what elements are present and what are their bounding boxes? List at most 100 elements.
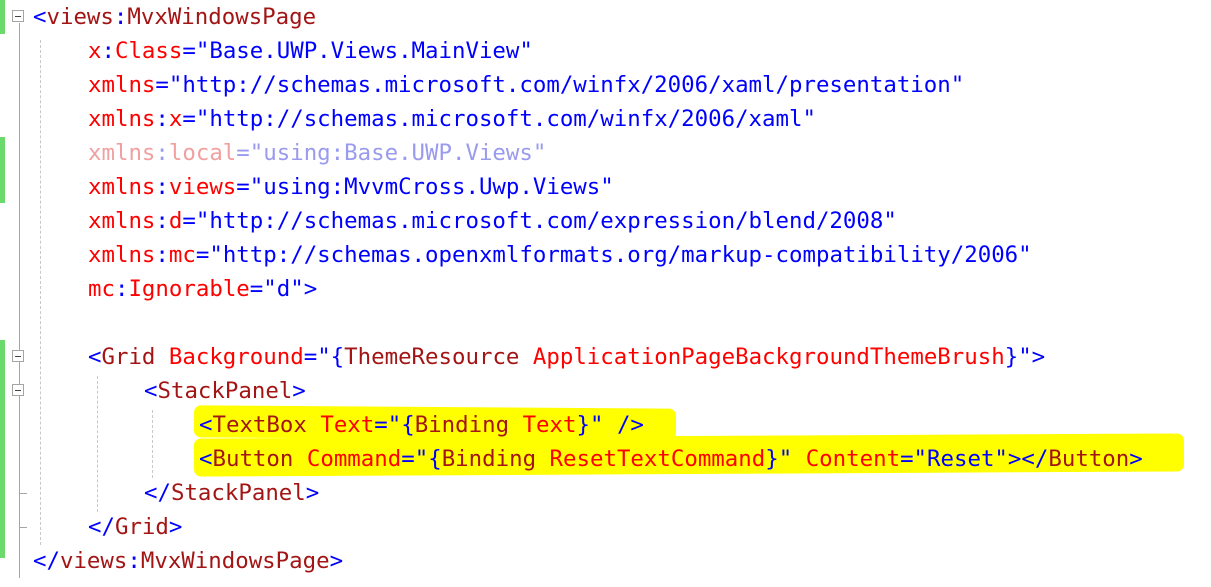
code-token: Grid: [114, 514, 169, 540]
code-token: =: [900, 446, 914, 472]
collapse-minus-icon[interactable]: [12, 384, 24, 396]
code-token: :: [155, 106, 169, 132]
code-token: >: [168, 514, 183, 540]
code-token: xmlns: [88, 106, 156, 132]
code-token: ": [1018, 344, 1032, 370]
code-token: "Base.UWP.Views.MainView": [195, 38, 533, 64]
code-token: "http://schemas.openxmlformats.org/marku…: [209, 242, 1032, 268]
code-line[interactable]: <StackPanel>: [144, 374, 306, 408]
code-token: =: [195, 242, 210, 268]
code-line[interactable]: x:Class="Base.UWP.Views.MainView": [88, 34, 533, 68]
code-token: }: [765, 446, 779, 472]
code-token: "Reset": [913, 446, 1008, 472]
code-token: "using:MvvmCross.Uwp.Views": [249, 174, 614, 200]
code-token: Text: [522, 412, 577, 438]
change-indicator-bar: [0, 137, 5, 203]
code-token: </: [33, 548, 60, 574]
code-token: ": [778, 446, 793, 472]
code-token: =: [155, 72, 169, 98]
code-token: MvxWindowsPage: [140, 548, 330, 574]
code-token: =: [303, 344, 318, 370]
change-indicator-bar: [0, 340, 5, 558]
code-token: <: [199, 446, 213, 472]
code-token: =: [401, 446, 415, 472]
code-token: :: [114, 276, 129, 302]
xaml-code-editor[interactable]: <views:MvxWindowsPage x:Class="Base.UWP.…: [0, 0, 1211, 587]
code-token: Button: [212, 446, 294, 472]
code-token: "http://schemas.microsoft.com/expression…: [195, 208, 897, 234]
code-line[interactable]: xmlns:local="using:Base.UWP.Views": [88, 136, 546, 170]
code-line[interactable]: mc:Ignorable="d">: [88, 272, 317, 306]
code-token: TextBox: [212, 412, 307, 438]
code-token: =: [182, 38, 196, 64]
code-line[interactable]: xmlns:mc="http://schemas.openxmlformats.…: [88, 238, 1032, 272]
code-token: ": [414, 446, 429, 472]
code-line[interactable]: <TextBox Text="{Binding Text}" />: [199, 408, 644, 442]
code-token: <: [144, 378, 158, 404]
indent-guide: [97, 376, 98, 512]
code-token: ApplicationPageBackgroundThemeBrush: [532, 344, 1005, 370]
code-token: </: [88, 514, 115, 540]
code-token: =: [182, 106, 196, 132]
code-token: :: [155, 174, 169, 200]
code-line[interactable]: </StackPanel>: [144, 476, 319, 510]
code-token: {: [330, 344, 345, 370]
code-token: Class: [114, 38, 183, 64]
code-token: "http://schemas.microsoft.com/winfx/2006…: [195, 106, 816, 132]
code-token: "using:Base.UWP.Views": [249, 140, 547, 166]
code-token: xmlns: [88, 208, 156, 234]
code-token: {: [401, 412, 415, 438]
code-token: d: [168, 208, 183, 234]
code-token: =: [374, 412, 388, 438]
code-token: views: [168, 174, 237, 200]
code-line[interactable]: xmlns="http://schemas.microsoft.com/winf…: [88, 68, 964, 102]
code-token: >: [1031, 344, 1046, 370]
code-line[interactable]: xmlns:x="http://schemas.microsoft.com/wi…: [88, 102, 816, 136]
code-token: "http://schemas.microsoft.com/winfx/2006…: [168, 72, 965, 98]
code-token: ": [589, 412, 604, 438]
code-line[interactable]: <views:MvxWindowsPage: [33, 0, 316, 34]
code-token: local: [168, 140, 237, 166]
code-token: }: [576, 412, 590, 438]
outline-bracket-line: [19, 23, 20, 578]
code-line[interactable]: <Button Command="{Binding ResetTextComma…: [199, 442, 1143, 476]
code-line[interactable]: </Grid>: [88, 510, 182, 544]
code-token: Ignorable: [128, 276, 250, 302]
collapse-minus-icon[interactable]: [12, 350, 24, 362]
code-token: xmlns: [88, 242, 156, 268]
code-token: />: [603, 412, 644, 438]
collapse-minus-icon[interactable]: [12, 10, 24, 22]
code-line[interactable]: </views:MvxWindowsPage>: [33, 544, 343, 578]
code-token: >: [292, 378, 306, 404]
code-token: ResetTextCommand: [549, 446, 766, 472]
code-token: <: [199, 412, 213, 438]
code-line[interactable]: xmlns:views="using:MvvmCross.Uwp.Views": [88, 170, 614, 204]
code-token: }: [1004, 344, 1019, 370]
code-token: xmlns: [88, 140, 156, 166]
outline-bracket-end: [19, 527, 27, 528]
code-line[interactable]: xmlns:d="http://schemas.microsoft.com/ex…: [88, 204, 897, 238]
code-token: :: [127, 548, 141, 574]
code-token: {: [428, 446, 442, 472]
code-token: Binding: [441, 446, 537, 472]
code-line[interactable]: <Grid Background="{ThemeResource Applica…: [88, 340, 1045, 374]
code-token: ></: [1007, 446, 1049, 472]
code-token: MvxWindowsPage: [127, 4, 317, 30]
code-token: >: [329, 548, 344, 574]
code-token: x: [168, 106, 183, 132]
indent-guide: [40, 40, 41, 545]
code-token: ": [317, 344, 331, 370]
code-token: ": [387, 412, 402, 438]
code-token: =: [249, 276, 264, 302]
code-token: >: [1129, 446, 1143, 472]
code-token: ThemeResource: [344, 344, 520, 370]
indent-guide: [152, 410, 153, 478]
code-token: "d": [263, 276, 304, 302]
code-token: Content: [805, 446, 901, 472]
code-token: >: [305, 480, 320, 506]
code-token: Grid: [101, 344, 156, 370]
